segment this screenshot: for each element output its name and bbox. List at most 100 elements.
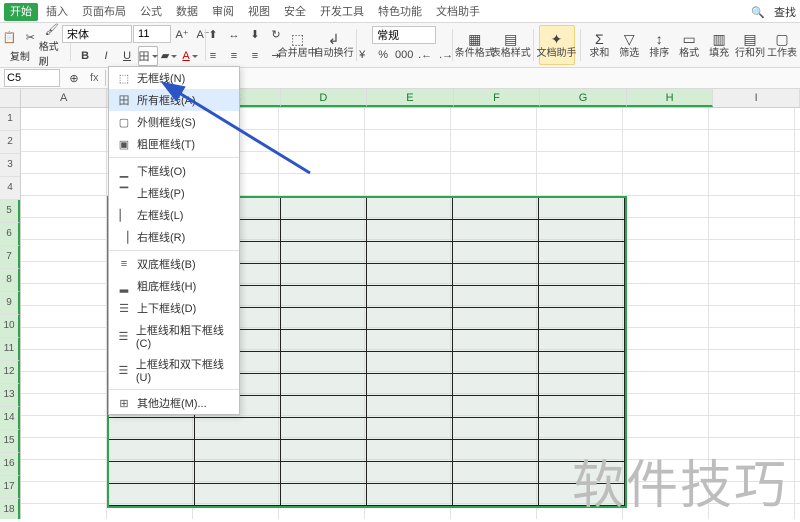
- italic-button[interactable]: I: [96, 46, 116, 66]
- border-menu-item[interactable]: ▢外侧框线(S): [109, 111, 239, 133]
- border-option-icon: ▕: [117, 231, 131, 244]
- sheet-button[interactable]: ▢ 工作表: [767, 26, 797, 64]
- font-size-input[interactable]: [133, 25, 171, 43]
- border-menu-item[interactable]: ⊞其他边框(M)...: [109, 392, 239, 414]
- menu-item-dev[interactable]: 开发工具: [314, 3, 370, 21]
- col-header-a[interactable]: A: [21, 89, 108, 107]
- menu-item-data[interactable]: 数据: [170, 3, 204, 21]
- format-button[interactable]: ▭ 格式: [675, 26, 703, 64]
- row-header-4[interactable]: 4: [0, 177, 20, 200]
- table-style-button[interactable]: ▤ 表格样式: [494, 26, 528, 64]
- col-header-f[interactable]: F: [454, 89, 541, 107]
- col-header-d[interactable]: D: [281, 89, 368, 107]
- dec-dec-button[interactable]: .→: [436, 45, 456, 65]
- font-name-input[interactable]: [62, 25, 132, 43]
- menu-item-security[interactable]: 安全: [278, 3, 312, 21]
- merge-button[interactable]: ⬚ 合并居中: [281, 26, 315, 64]
- border-menu-item[interactable]: ☰上框线和粗下框线(C): [109, 319, 239, 353]
- align-right[interactable]: ≡: [245, 46, 265, 66]
- align-middle[interactable]: ↔: [224, 25, 244, 45]
- row-header-10[interactable]: 10: [0, 315, 20, 338]
- border-menu-item[interactable]: ⬚无框线(N): [109, 67, 239, 89]
- doc-assistant-button[interactable]: ✦ 文档助手: [539, 25, 575, 65]
- search-icon[interactable]: 🔍: [748, 2, 768, 22]
- col-header-g[interactable]: G: [540, 89, 627, 107]
- row-header-17[interactable]: 17: [0, 476, 20, 499]
- sort-button[interactable]: ↕ 排序: [645, 26, 673, 64]
- menu-item-special[interactable]: 特色功能: [372, 3, 428, 21]
- row-header-col: 1234567891011121314151617181920: [0, 108, 21, 519]
- border-menu-item[interactable]: ☰ 上下框线(D): [109, 297, 239, 319]
- copy-button[interactable]: 📋: [0, 27, 19, 47]
- border-option-label: 上框线和双下框线(U): [136, 356, 231, 384]
- name-box[interactable]: [4, 69, 60, 87]
- col-header-i[interactable]: I: [713, 89, 800, 107]
- wrap-button[interactable]: ↲ 自动换行: [317, 26, 351, 64]
- row-header-8[interactable]: 8: [0, 269, 20, 292]
- align-bottom[interactable]: ⬇: [245, 25, 265, 45]
- row-header-9[interactable]: 9: [0, 292, 20, 315]
- menu-item-layout[interactable]: 页面布局: [76, 3, 132, 21]
- border-button[interactable]: 田: [138, 46, 158, 66]
- font-color-button[interactable]: A: [180, 46, 200, 66]
- dec-inc-button[interactable]: .←: [415, 45, 435, 65]
- align-left[interactable]: ≡: [203, 46, 223, 66]
- rowcol-button[interactable]: ▤ 行和列: [735, 26, 765, 64]
- border-option-icon: ☰: [117, 302, 131, 315]
- border-menu-item[interactable]: ≡双底框线(B): [109, 253, 239, 275]
- comma-button[interactable]: 000: [394, 45, 414, 65]
- col-header-h[interactable]: H: [627, 89, 714, 107]
- menu-item-view[interactable]: 视图: [242, 3, 276, 21]
- row-header-14[interactable]: 14: [0, 407, 20, 430]
- ribbon: 📋 ✂ 复制 🖌 格式刷 A⁺ A⁻ B I U 田 ▰ A ⬆ ↔ ⬇: [0, 23, 800, 68]
- row-header-6[interactable]: 6: [0, 223, 20, 246]
- row-header-11[interactable]: 11: [0, 338, 20, 361]
- border-menu-item[interactable]: ▂粗底框线(H): [109, 275, 239, 297]
- fill-button[interactable]: ▥ 填充: [705, 26, 733, 64]
- cond-format-button[interactable]: ▦ 条件格式: [458, 26, 492, 64]
- zoom-icon[interactable]: ⊕: [64, 68, 84, 88]
- row-header-16[interactable]: 16: [0, 453, 20, 476]
- align-top[interactable]: ⬆: [203, 25, 223, 45]
- menu-item-review[interactable]: 审阅: [206, 3, 240, 21]
- cut-button[interactable]: ✂: [20, 27, 40, 47]
- format-painter[interactable]: 🖌 格式刷: [39, 23, 65, 67]
- select-all-stub[interactable]: [0, 89, 21, 107]
- fill-color-button[interactable]: ▰: [159, 46, 179, 66]
- row-header-5[interactable]: 5: [0, 200, 20, 223]
- menu-separator: [109, 250, 239, 251]
- sum-button[interactable]: Σ 求和: [585, 26, 613, 64]
- row-header-18[interactable]: 18: [0, 499, 20, 519]
- border-option-label: 上下框线(D): [137, 300, 196, 316]
- border-menu-item[interactable]: ▏左框线(L): [109, 204, 239, 226]
- row-header-15[interactable]: 15: [0, 430, 20, 453]
- font-grow-button[interactable]: A⁺: [172, 25, 192, 45]
- number-format-select[interactable]: [372, 26, 436, 44]
- border-menu-item[interactable]: ☰上框线和双下框线(U): [109, 353, 239, 387]
- row-header-3[interactable]: 3: [0, 154, 20, 177]
- menu-item-start[interactable]: 开始: [4, 3, 38, 21]
- border-menu-item[interactable]: ▣粗匣框线(T): [109, 133, 239, 155]
- align-center[interactable]: ≡: [224, 46, 244, 66]
- menu-item-docasst[interactable]: 文档助手: [430, 3, 486, 21]
- border-menu-item[interactable]: ▔上框线(P): [109, 182, 239, 204]
- currency-button[interactable]: ¥: [352, 45, 372, 65]
- filter-button[interactable]: ▽ 筛选: [615, 26, 643, 64]
- row-header-12[interactable]: 12: [0, 361, 20, 384]
- border-menu-item[interactable]: ▕右框线(R): [109, 226, 239, 248]
- underline-button[interactable]: U: [117, 46, 137, 66]
- bold-button[interactable]: B: [75, 46, 95, 66]
- row-header-7[interactable]: 7: [0, 246, 20, 269]
- row-header-13[interactable]: 13: [0, 384, 20, 407]
- row-header-1[interactable]: 1: [0, 108, 20, 131]
- menu-item-formula[interactable]: 公式: [134, 3, 168, 21]
- fx-button[interactable]: fx: [84, 72, 105, 84]
- percent-button[interactable]: %: [373, 45, 393, 65]
- border-option-icon: ▔: [117, 187, 131, 200]
- col-header-e[interactable]: E: [367, 89, 454, 107]
- menu-item-insert[interactable]: 插入: [40, 3, 74, 21]
- border-menu-item[interactable]: ▁下框线(O): [109, 160, 239, 182]
- sort-icon: ↕: [656, 30, 663, 48]
- border-menu-item[interactable]: 田所有框线(A): [109, 89, 239, 111]
- row-header-2[interactable]: 2: [0, 131, 20, 154]
